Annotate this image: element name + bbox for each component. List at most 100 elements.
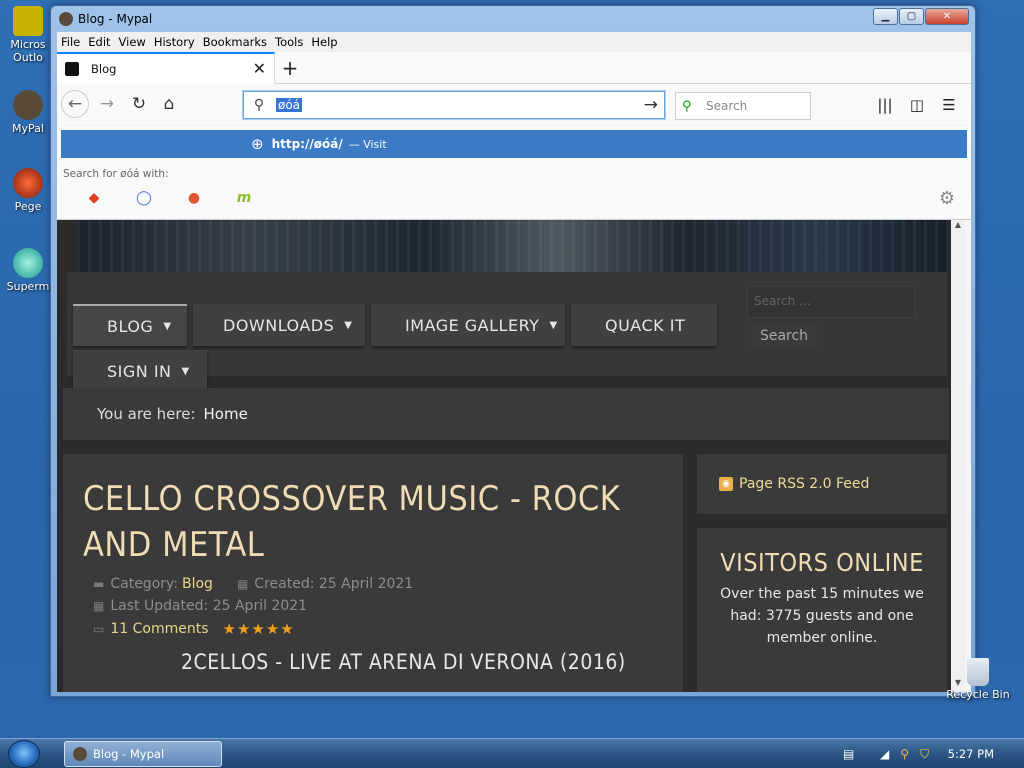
caret-down-icon: ▼ [181, 365, 190, 377]
start-button[interactable] [8, 740, 40, 768]
category-link[interactable]: Blog [182, 576, 213, 592]
home-button[interactable]: ⌂ [155, 90, 183, 118]
page-scrollbar[interactable]: ▲ ▼ [951, 220, 965, 692]
menu-help[interactable]: Help [311, 35, 337, 49]
search-bar[interactable]: ⚲ Search [675, 92, 811, 120]
search-settings-gear-icon[interactable]: ⚙ [939, 188, 955, 209]
nav-quack-it[interactable]: QUACK IT [571, 304, 717, 346]
menu-history[interactable]: History [154, 35, 195, 49]
rss-feed-link[interactable]: Page RSS 2.0 Feed [739, 476, 869, 492]
desktop-icon-label: Micros Outlo [10, 38, 46, 64]
maximize-button[interactable]: ▢ [899, 8, 924, 25]
nav-sign-in[interactable]: SIGN IN ▼ [73, 350, 207, 392]
created-date: Created: 25 April 2021 [254, 576, 414, 592]
mojeek-icon[interactable]: m [219, 186, 269, 210]
nav-label: SIGN IN [107, 361, 172, 381]
url-bar[interactable]: ⚲ øóá → [243, 91, 665, 119]
mypal-app-icon [59, 12, 73, 26]
scroll-up-icon[interactable]: ▲ [951, 220, 965, 234]
recycle-bin-icon [967, 658, 989, 686]
suggestion-action: — Visit [348, 137, 387, 151]
forward-button[interactable]: → [93, 90, 121, 118]
desktop-icon-recycle-bin[interactable]: Recycle Bin [946, 658, 1010, 701]
caret-down-icon: ▼ [344, 319, 353, 331]
outlook-icon [13, 6, 43, 36]
qwant-icon[interactable]: ◯ [119, 186, 169, 210]
search-icon: ⚲ [253, 97, 265, 113]
nav-image-gallery[interactable]: IMAGE GALLERY ▼ [371, 304, 565, 346]
menu-file[interactable]: File [61, 35, 80, 49]
desktop-icon-mypal[interactable]: MyPal [0, 90, 56, 135]
article-title[interactable]: CELLO CROSSOVER MUSIC - ROCK AND METAL [83, 476, 643, 568]
keyboard-icon[interactable]: ▤ [840, 747, 858, 761]
search-engine-icon[interactable]: ⚲ [682, 99, 700, 114]
comment-icon: ▭ [93, 622, 105, 636]
rating-stars[interactable]: ★★★★★ [223, 620, 295, 638]
taskbar: Blog - Mypal ▤ ◢ ⚲ ⛉ 5:27 PM [0, 738, 1024, 768]
video-title: 2CELLOS - LIVE AT ARENA DI VERONA (2016) [181, 650, 626, 674]
url-input[interactable]: øóá [276, 98, 303, 112]
nav-downloads[interactable]: DOWNLOADS ▼ [193, 304, 365, 346]
shield-icon[interactable]: ⛉ [916, 747, 934, 762]
nav-label: IMAGE GALLERY [405, 315, 540, 335]
desktop-icon-supermium[interactable]: Superm [0, 248, 56, 293]
visit-suggestion[interactable]: ⊕ http://øóá/ — Visit [61, 130, 967, 158]
browser-client: File Edit View History Bookmarks Tools H… [57, 32, 971, 692]
article-category: ▬ Category: Blog ▦ Created: 25 April 202… [93, 576, 413, 592]
pegasus-icon [13, 168, 43, 198]
minimize-button[interactable]: ▁ [873, 8, 898, 25]
breadcrumb-prefix: You are here: [97, 405, 196, 423]
sidebar-icon[interactable]: ◫ [901, 91, 933, 119]
duckduckgo-icon[interactable]: ● [169, 186, 219, 210]
tab-title: Blog [91, 61, 117, 76]
title-bar[interactable]: Blog - Mypal ▁ ▢ ✕ [51, 6, 975, 32]
search-input[interactable]: Search [706, 99, 747, 113]
site-favicon-icon [65, 61, 79, 76]
tab-blog[interactable]: Blog ✕ [57, 51, 275, 84]
site-search-input[interactable]: Search ... [747, 286, 915, 318]
new-tab-button[interactable]: + [275, 56, 305, 80]
menu-tools[interactable]: Tools [275, 35, 303, 49]
task-label: Blog - Mypal [93, 747, 165, 761]
brave-icon[interactable]: ◆ [69, 186, 119, 210]
menu-bookmarks[interactable]: Bookmarks [203, 35, 267, 49]
menu-view[interactable]: View [119, 35, 146, 49]
go-arrow-icon[interactable]: → [644, 95, 658, 115]
clock[interactable]: 5:27 PM [948, 747, 994, 761]
nav-label: DOWNLOADS [223, 315, 335, 335]
library-icon[interactable]: ||| [869, 91, 901, 119]
comments-link[interactable]: 11 Comments [110, 621, 208, 637]
caret-down-icon: ▼ [163, 320, 172, 332]
desktop-icon-label: Pege [14, 200, 42, 213]
nav-blog[interactable]: BLOG ▼ [73, 304, 187, 346]
site-search-button[interactable]: Search [751, 322, 817, 350]
breadcrumb: You are here: Home [63, 388, 949, 440]
network-icon[interactable]: ◢ [876, 747, 894, 761]
visitors-online-module: VISITORS ONLINE Over the past 15 minutes… [697, 528, 947, 692]
search-tray-icon[interactable]: ⚲ [896, 747, 914, 761]
taskbar-item-mypal[interactable]: Blog - Mypal [64, 741, 222, 767]
caret-down-icon: ▼ [549, 319, 558, 331]
desktop-icon-pegasus[interactable]: Pege [0, 168, 56, 213]
menu-edit[interactable]: Edit [88, 35, 110, 49]
suggestion-url: http://øóá/ [271, 137, 343, 151]
breadcrumb-home-link[interactable]: Home [204, 405, 248, 423]
rss-icon: ◉ [719, 477, 733, 491]
tab-strip: Blog ✕ + [57, 51, 971, 84]
recycle-bin-label: Recycle Bin [946, 688, 1010, 701]
article-updated: ▦ Last Updated: 25 April 2021 [93, 598, 307, 614]
desktop-icon-outlook[interactable]: Micros Outlo [0, 6, 56, 64]
close-tab-icon[interactable]: ✕ [253, 59, 266, 78]
visitors-heading: VISITORS ONLINE [720, 548, 924, 577]
system-tray: ▤ ◢ ⚲ ⛉ 5:27 PM [840, 739, 1024, 768]
calendar-icon: ▦ [236, 577, 249, 591]
close-button[interactable]: ✕ [925, 8, 969, 25]
web-page: BLOG ▼ DOWNLOADS ▼ IMAGE GALLERY ▼ QUACK IT… [57, 220, 965, 692]
window-controls: ▁ ▢ ✕ [872, 8, 969, 25]
one-off-search-engines: ◆ ◯ ● m [69, 186, 269, 210]
reload-button[interactable]: ↻ [125, 90, 153, 118]
menu-icon[interactable]: ☰ [933, 91, 965, 119]
back-button[interactable]: ← [61, 90, 89, 118]
article-comments: ▭ 11 Comments ★★★★★ [93, 620, 295, 638]
folder-icon: ▬ [93, 577, 105, 591]
